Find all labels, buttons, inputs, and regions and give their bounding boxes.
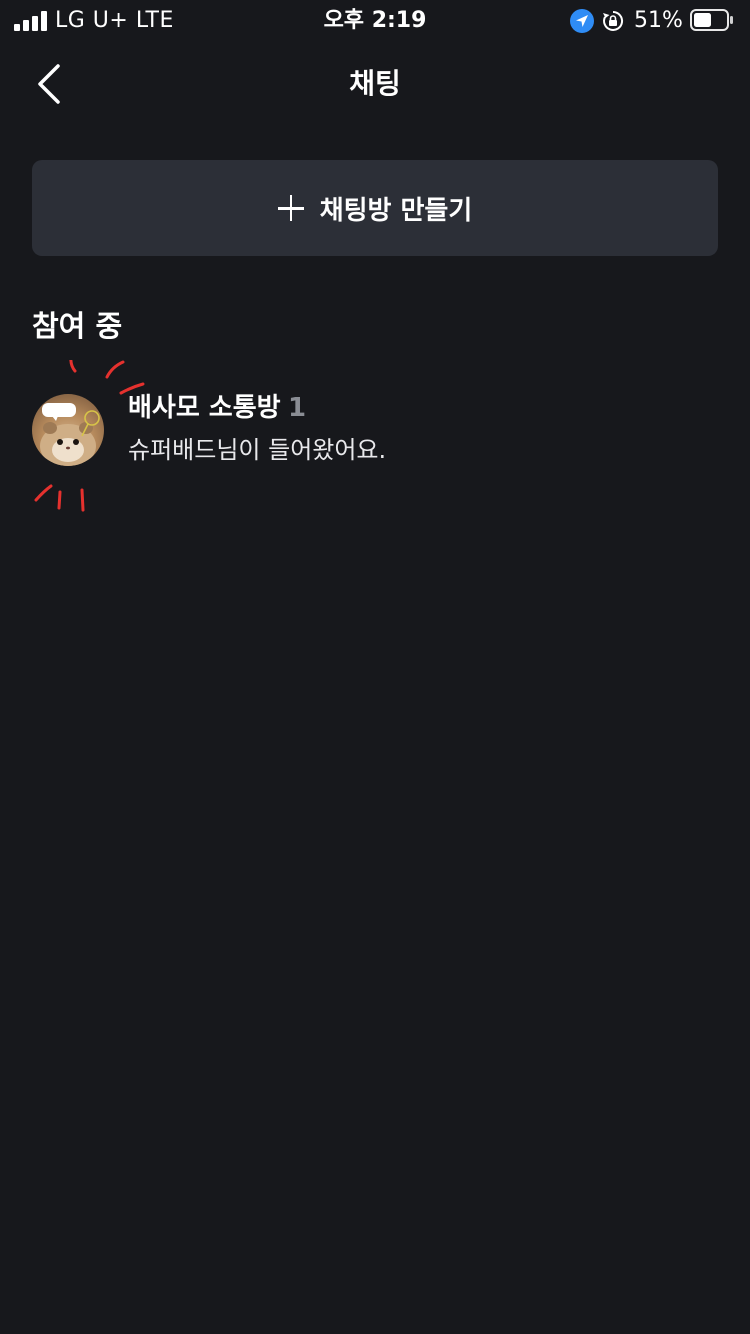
- battery-percent: 51%: [634, 8, 683, 33]
- create-chat-room-button[interactable]: 채팅방 만들기: [32, 160, 718, 256]
- section-title-participating: 참여 중: [32, 309, 123, 343]
- chat-room-member-count: 1: [288, 393, 307, 423]
- battery-icon: [690, 9, 734, 31]
- chat-room-name: 배사모 소통방: [128, 393, 281, 423]
- orientation-lock-icon: [602, 10, 624, 32]
- chat-room-last-message: 슈퍼배드님이 들어왔어요.: [128, 436, 387, 464]
- status-bar: LG U+ LTE 오후 2:19 51%: [0, 0, 750, 40]
- nav-bar: 채팅: [0, 40, 750, 128]
- create-chat-room-label: 채팅방 만들기: [319, 195, 473, 226]
- page-title: 채팅: [349, 67, 401, 100]
- location-icon: [570, 9, 594, 33]
- chat-room-item[interactable]: 배사모 소통방 1 슈퍼배드님이 들어왔어요.: [0, 360, 750, 520]
- plus-icon: [277, 195, 304, 221]
